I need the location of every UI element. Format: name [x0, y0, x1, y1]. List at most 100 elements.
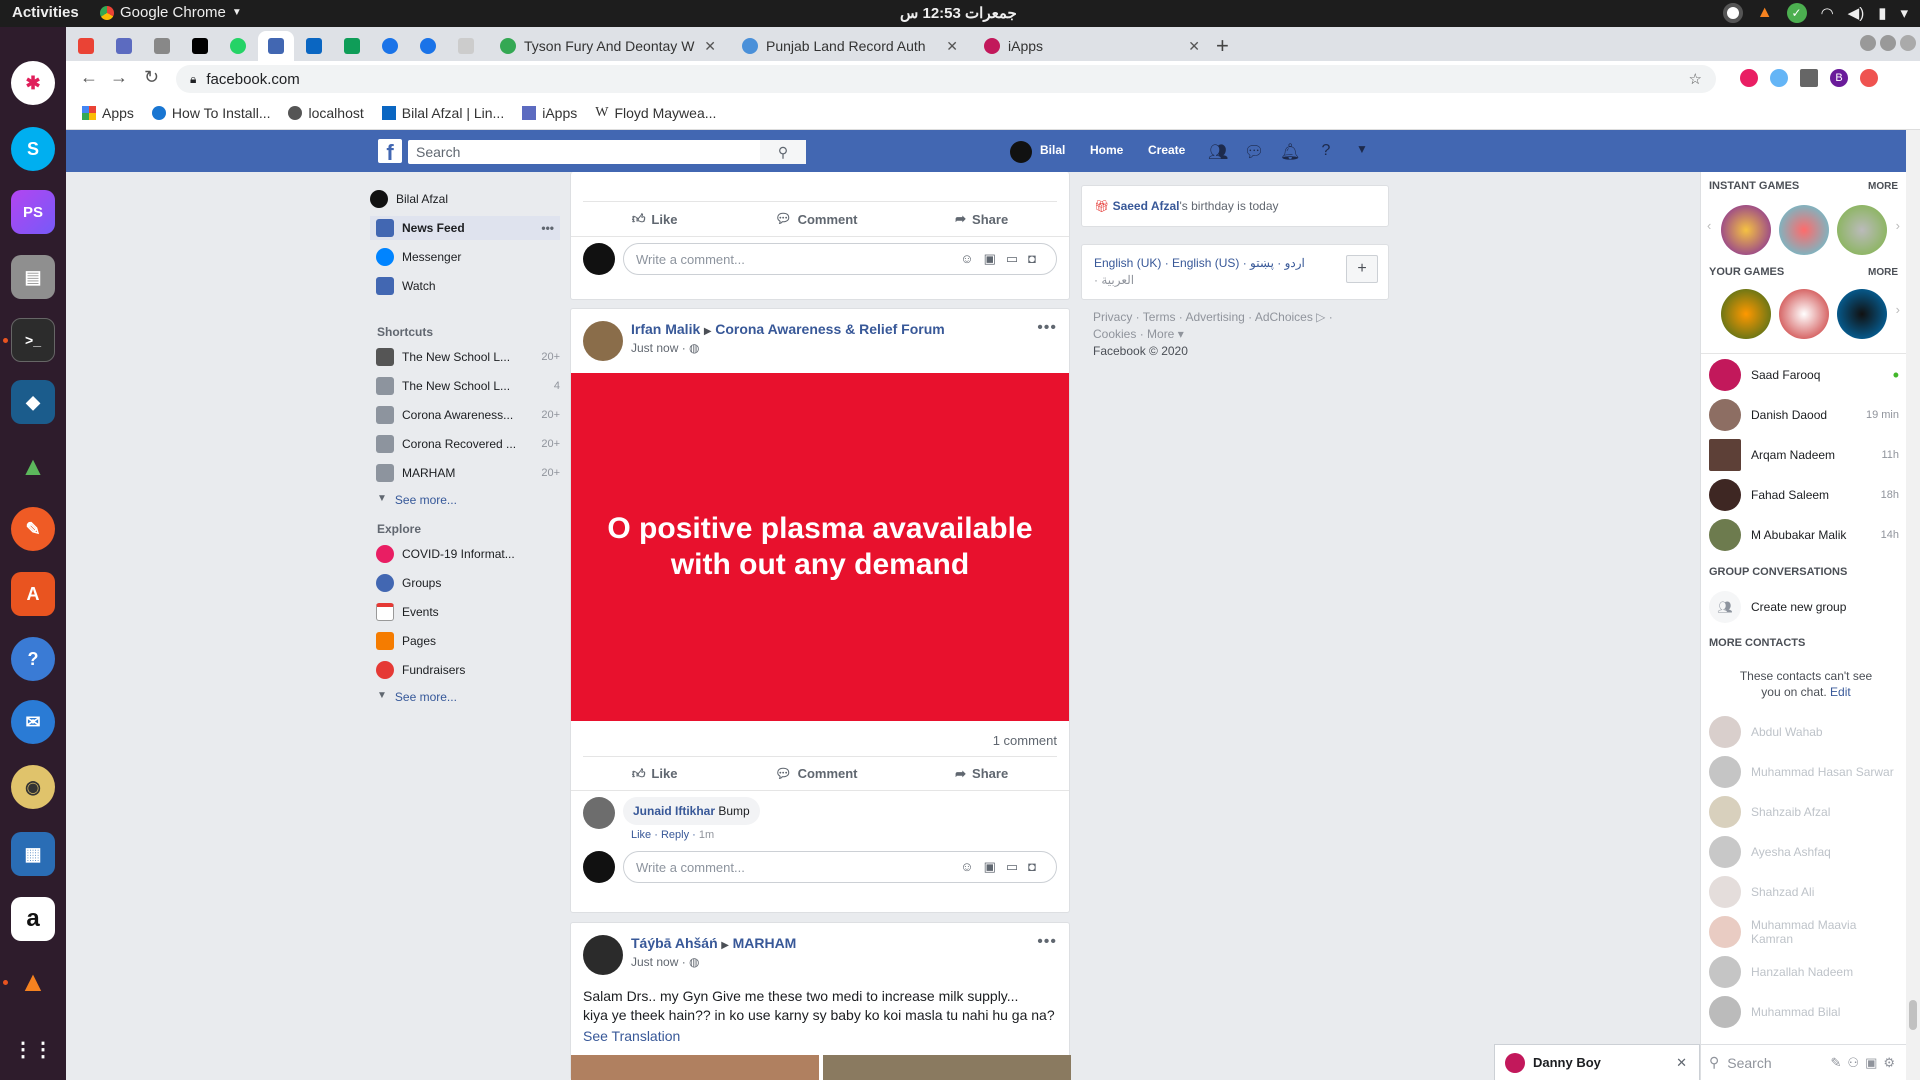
chevron-right-icon[interactable]: ›: [1896, 218, 1900, 233]
scrollbar-thumb[interactable]: [1909, 1000, 1917, 1030]
chat-contact[interactable]: Abdul Wahab: [1709, 715, 1899, 749]
sidebar-item-messenger[interactable]: Messenger: [370, 245, 560, 269]
tab[interactable]: Tyson Fury And Deontay W ✕: [490, 31, 724, 61]
post-author[interactable]: Táýbā Ahšáń: [631, 935, 718, 951]
system-tray[interactable]: ▲ ✓ ◠ ◀) ▮ ▾: [1722, 3, 1908, 23]
activities-button[interactable]: Activities: [12, 4, 79, 21]
comment-author[interactable]: Junaid Iftikhar: [633, 804, 715, 818]
search-input[interactable]: Search ⚲: [408, 140, 806, 164]
chat-contact[interactable]: Shahzaib Afzal: [1709, 795, 1899, 829]
explore-item-groups[interactable]: Groups: [370, 571, 560, 595]
pinned-tab-whatsapp[interactable]: [220, 33, 256, 59]
bookmark[interactable]: How To Install...: [151, 105, 270, 121]
comment-reply-link[interactable]: Reply: [661, 829, 689, 841]
game-thumbnail[interactable]: [1779, 205, 1829, 255]
dock-skype-icon[interactable]: S: [11, 127, 55, 171]
dock-mysql-workbench-icon[interactable]: ◆: [11, 380, 55, 424]
address-bar[interactable]: 🔒︎ facebook.com ☆: [176, 65, 1716, 93]
messenger-icon[interactable]: 💬︎: [1244, 142, 1264, 162]
game-thumbnail[interactable]: [1721, 289, 1771, 339]
post-image[interactable]: [571, 1055, 819, 1080]
post-time[interactable]: Just now: [631, 955, 678, 969]
chat-contact[interactable]: Arqam Nadeem 11h: [1709, 438, 1899, 472]
see-more-explore-link[interactable]: ▼ See more...: [377, 690, 457, 704]
more-options-icon[interactable]: •••: [1037, 933, 1057, 951]
sidebar-item-watch[interactable]: Watch: [370, 274, 560, 298]
friend-requests-icon[interactable]: 👥︎: [1208, 142, 1228, 162]
media-controls-icon[interactable]: [1800, 69, 1818, 87]
chat-tab[interactable]: Danny Boy ✕: [1494, 1044, 1700, 1080]
comment-button[interactable]: 💬︎ Comment: [775, 766, 857, 782]
post-time[interactable]: Just now: [631, 341, 678, 355]
instant-games-more-link[interactable]: MORE: [1868, 181, 1898, 192]
chevron-left-icon[interactable]: ‹: [1707, 218, 1711, 233]
comment-time[interactable]: 1m: [699, 829, 714, 841]
dock-robo-icon[interactable]: ▲: [11, 444, 55, 488]
facebook-logo-icon[interactable]: f: [378, 139, 402, 165]
dock-software-icon[interactable]: A: [11, 572, 55, 616]
sidebar-item-news-feed[interactable]: News Feed •••: [370, 216, 560, 240]
see-translation-link[interactable]: See Translation: [583, 1027, 1057, 1046]
home-link[interactable]: Home: [1090, 143, 1123, 157]
game-thumbnail[interactable]: [1721, 205, 1771, 255]
battery-icon[interactable]: ▮: [1878, 4, 1886, 22]
dock-help-icon[interactable]: ?: [11, 637, 55, 681]
game-thumbnail[interactable]: [1779, 289, 1829, 339]
comment-attachment-icons[interactable]: ☺▣▭◘: [960, 859, 1046, 875]
share-button[interactable]: ➦ Share: [955, 766, 1008, 782]
tab[interactable]: Punjab Land Record Auth ✕: [732, 31, 966, 61]
chat-contact[interactable]: Shahzad Ali: [1709, 875, 1899, 909]
chat-search-input[interactable]: Search: [1727, 1055, 1771, 1071]
minimize-button[interactable]: [1860, 35, 1876, 51]
explore-item-covid[interactable]: COVID-19 Informat...: [370, 542, 560, 566]
chat-contact[interactable]: M Abubakar Malik 14h: [1709, 518, 1899, 552]
volume-icon[interactable]: ◀): [1848, 4, 1865, 22]
chevron-right-icon[interactable]: ›: [1896, 302, 1900, 317]
shortcut-item[interactable]: Corona Recovered ... 20+: [370, 432, 560, 456]
app-menu[interactable]: Google Chrome ▼: [100, 4, 242, 21]
comment-attachment-icons[interactable]: ☺▣▭◘: [960, 251, 1046, 267]
close-icon[interactable]: ✕: [1676, 1055, 1687, 1071]
shortcut-item[interactable]: Corona Awareness... 20+: [370, 403, 560, 427]
create-link[interactable]: Create: [1148, 143, 1185, 157]
avatar[interactable]: [583, 797, 615, 829]
chat-contact[interactable]: Ayesha Ashfaq: [1709, 835, 1899, 869]
footer-links-line[interactable]: Privacy · Terms · Advertising · AdChoice…: [1093, 309, 1333, 326]
chat-contact[interactable]: Saad Farooq •: [1709, 358, 1899, 392]
reload-icon[interactable]: ↻: [144, 67, 159, 88]
bookmark[interactable]: localhost: [288, 105, 364, 121]
like-button[interactable]: 👍︎ Like: [632, 766, 678, 782]
shortcut-item[interactable]: MARHAM 20+: [370, 461, 560, 485]
language-list[interactable]: English (UK) · English (US) · اردو · پښت…: [1094, 255, 1334, 272]
page-scrollbar[interactable]: [1906, 130, 1920, 1080]
notifications-icon[interactable]: 🔔︎: [1280, 142, 1300, 162]
bookmark[interactable]: Bilal Afzal | Lin...: [381, 105, 504, 121]
create-new-group-button[interactable]: 👥︎ Create new group: [1709, 590, 1899, 624]
comment-button[interactable]: 💬︎ Comment: [775, 211, 857, 227]
post-author[interactable]: Irfan Malik: [631, 321, 700, 337]
pinned-tab-gmail[interactable]: [68, 33, 104, 59]
chat-contact[interactable]: Muhammad Bilal: [1709, 995, 1899, 1029]
tab[interactable]: iApps ✕: [974, 31, 1208, 61]
pinned-tab-dev[interactable]: [182, 33, 218, 59]
post-group[interactable]: MARHAM: [733, 935, 797, 951]
update-check-icon[interactable]: ✓: [1786, 3, 1807, 23]
pinned-tab-pocket[interactable]: [144, 33, 180, 59]
comment-input[interactable]: Write a comment... ☺▣▭◘: [623, 851, 1057, 883]
explore-item-events[interactable]: Events: [370, 600, 560, 624]
comment-like-link[interactable]: Like: [631, 829, 651, 841]
chat-options-icons[interactable]: ✎⚇▣⚙: [1831, 1055, 1901, 1071]
more-options-icon[interactable]: •••: [541, 221, 554, 235]
new-tab-button[interactable]: +: [1216, 33, 1229, 59]
pinned-tab-sheets[interactable]: [334, 33, 370, 59]
post-group[interactable]: Corona Awareness & Relief Forum: [715, 321, 945, 337]
dock-thunderbird-icon[interactable]: ✉: [11, 700, 55, 744]
pinned-tab[interactable]: [410, 33, 446, 59]
language-list[interactable]: · العربية: [1094, 272, 1376, 289]
shortcut-item[interactable]: The New School L... 4: [370, 374, 560, 398]
footer-links-line[interactable]: Cookies · More ▾: [1093, 326, 1333, 343]
dock-vlc-icon[interactable]: ▲: [11, 960, 55, 1004]
post-image[interactable]: O positive plasma avavailable with out a…: [571, 373, 1069, 721]
dock-slack-icon[interactable]: ✱: [11, 61, 55, 105]
explore-item-fundraisers[interactable]: Fundraisers: [370, 658, 560, 682]
